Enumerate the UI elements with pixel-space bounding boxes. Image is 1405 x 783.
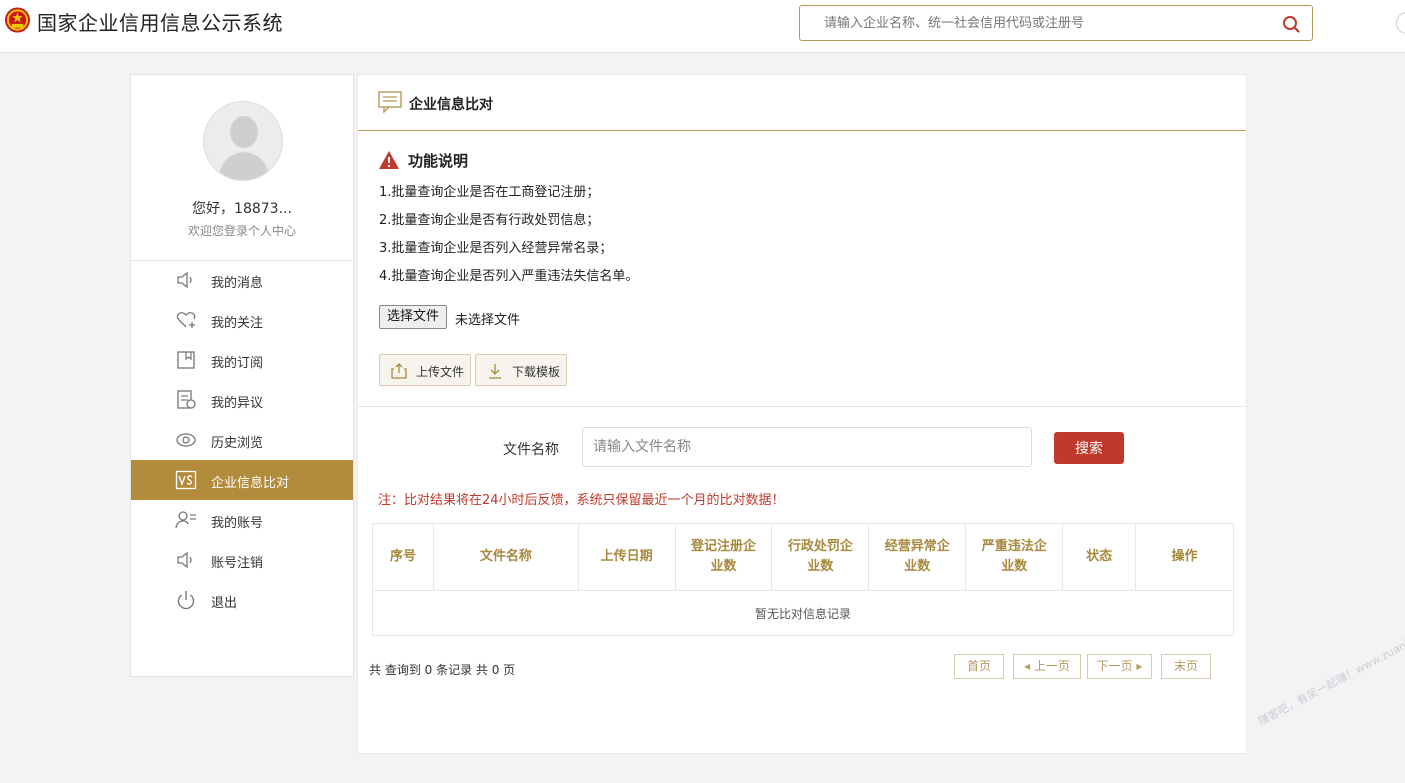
next-page-label: 下一页 [1096,659,1133,673]
sidebar-item-label: 我的关注 [211,316,264,331]
document-icon [177,390,196,409]
column-header: 经营异常企业数 [868,523,967,591]
speaker-icon [177,551,192,569]
sidebar-item-label: 我的账号 [211,516,264,531]
sidebar-item-deactivate[interactable]: 账号注销 [131,540,353,580]
compare-results-table: 序号 文件名称 上传日期 登记注册企业数 行政处罚企业数 经营异常企业数 严重违… [372,523,1234,636]
search-button[interactable]: 搜索 [1054,432,1124,464]
top-header: 国家企业信用信息公示系统 [0,0,1405,53]
sidebar-item-subscribe[interactable]: 我的订阅 [131,340,353,380]
divider [358,406,1246,407]
filename-label: 文件名称 [503,442,559,458]
upload-icon [391,363,407,379]
first-page-button[interactable]: 首页 [954,654,1004,679]
list-item: 1.批量查询企业是否在工商登记注册； [379,185,600,200]
column-header: 操作 [1135,523,1234,591]
column-header: 行政处罚企业数 [771,523,870,591]
sidebar-item-label: 我的消息 [211,276,264,291]
list-item: 3.批量查询企业是否列入经营异常名录； [379,241,613,256]
next-page-button[interactable]: 下一页 ▸ [1087,654,1152,679]
corner-button[interactable] [1396,12,1405,34]
chevron-left-icon: ◂ [1024,659,1034,673]
sidebar-item-label: 退出 [211,596,238,611]
sidebar-item-messages[interactable]: 我的消息 [131,260,353,300]
table-header-row: 序号 文件名称 上传日期 登记注册企业数 行政处罚企业数 经营异常企业数 严重违… [372,523,1234,591]
table-row: 暂无比对信息记录 [372,590,1234,636]
column-header: 上传日期 [577,523,676,591]
global-search-input[interactable] [824,14,1264,32]
sidebar-item-label: 企业信息比对 [211,476,290,491]
message-board-icon [378,91,402,113]
sidebar-item-label: 我的订阅 [211,356,264,371]
welcome-text: 欢迎您登录个人中心 [187,224,296,238]
upload-file-button[interactable]: 上传文件 [379,354,471,386]
national-emblem-icon [4,7,31,33]
sidebar-item-label: 账号注销 [211,556,264,571]
warning-icon [379,151,399,169]
vs-icon [175,470,197,490]
user-silhouette-icon [218,116,270,180]
speaker-icon [177,271,192,289]
watermark: 赚客吧，有奖一起赚！www.zuanke8.com [1255,616,1405,729]
file-status: 未选择文件 [455,313,521,328]
column-header: 状态 [1062,523,1137,591]
column-header: 登记注册企业数 [674,523,773,591]
notice-text: 注：比对结果将在24小时后反馈，系统只保留最近一个月的比对数据！ [378,493,785,508]
sidebar-item-follow[interactable]: 我的关注 [131,300,353,340]
eye-icon [176,433,196,447]
empty-table-message: 暂无比对信息记录 [372,590,1234,636]
prev-page-button[interactable]: ◂ 上一页 [1013,654,1081,679]
column-header: 文件名称 [432,523,579,591]
record-count: 共 查询到 0 条记录 共 0 页 [369,663,516,677]
sidebar-menu: 我的消息 我的关注 我的订阅 我的异议 历史浏览 企业信息比对 我的账号 账号注… [131,260,353,620]
user-sidebar: 您好，18873... 欢迎您登录个人中心 我的消息 我的关注 我的订阅 我的异… [130,74,354,677]
download-template-label: 下载模板 [512,365,561,379]
sidebar-item-logout[interactable]: 退出 [131,580,353,620]
page-title: 企业信息比对 [409,97,493,113]
avatar [203,101,283,181]
upload-file-label: 上传文件 [416,365,465,379]
filename-input[interactable] [582,427,1032,467]
sidebar-item-label: 我的异议 [211,396,264,411]
list-item: 4.批量查询企业是否列入严重违法失信名单。 [379,269,639,284]
panel-header: 企业信息比对 [358,75,1246,131]
last-page-button[interactable]: 末页 [1161,654,1211,679]
sidebar-item-account[interactable]: 我的账号 [131,500,353,540]
sidebar-item-label: 历史浏览 [211,436,264,451]
main-panel: 企业信息比对 功能说明 1.批量查询企业是否在工商登记注册； 2.批量查询企业是… [357,74,1247,754]
function-description-title: 功能说明 [408,152,469,170]
download-template-button[interactable]: 下载模板 [475,354,567,386]
choose-file-button[interactable]: 选择文件 [379,305,448,329]
site-title: 国家企业信用信息公示系统 [37,11,283,35]
user-greeting: 您好，18873... [192,201,292,217]
function-description-list: 1.批量查询企业是否在工商登记注册； 2.批量查询企业是否有行政处罚信息； 3.… [379,181,638,293]
column-header: 序号 [372,523,434,591]
user-list-icon [175,511,196,529]
sidebar-item-objection[interactable]: 我的异议 [131,380,353,420]
chevron-right-icon: ▸ [1132,659,1143,673]
global-search-box[interactable] [799,5,1313,41]
sidebar-item-compare[interactable]: 企业信息比对 [131,460,353,500]
bookmark-icon [177,351,195,369]
column-header: 严重违法企业数 [965,523,1064,591]
search-icon[interactable] [1282,15,1300,33]
list-item: 2.批量查询企业是否有行政处罚信息； [379,213,600,228]
power-icon [177,591,195,610]
sidebar-item-history[interactable]: 历史浏览 [131,420,353,460]
heart-plus-icon [176,312,196,328]
download-icon [489,364,501,379]
prev-page-label: 上一页 [1033,659,1070,673]
